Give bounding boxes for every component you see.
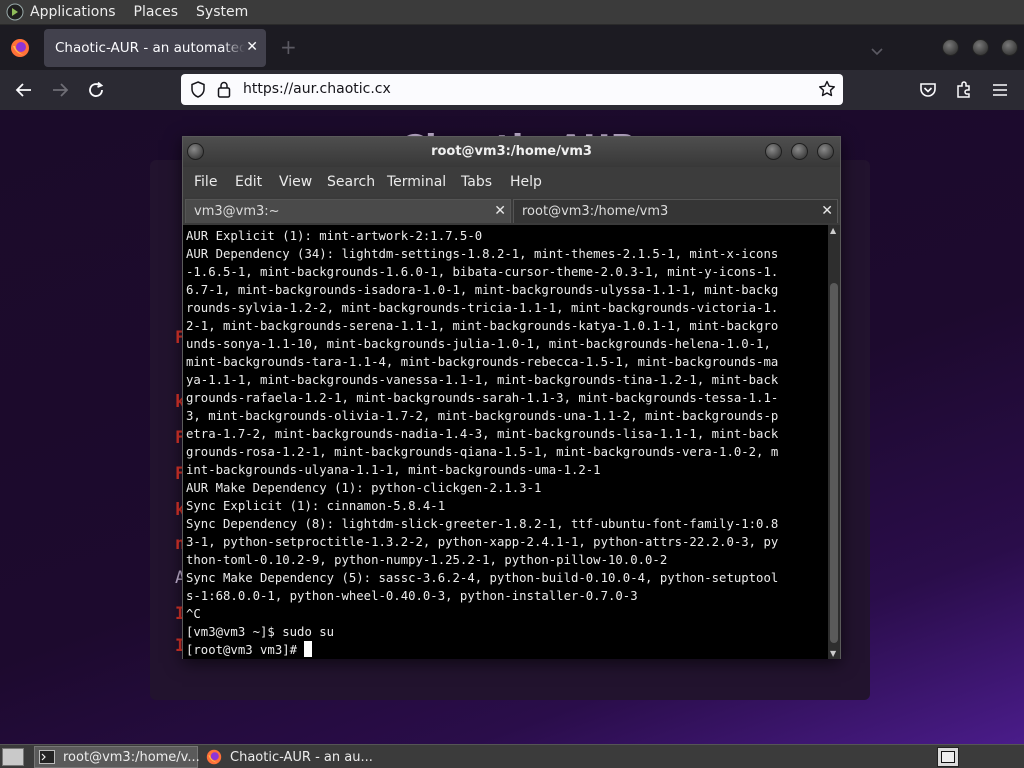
terminal-line: AUR Dependency (34): lightdm-settings-1.… xyxy=(186,247,779,261)
close-tab-icon[interactable]: ✕ xyxy=(494,203,506,219)
terminal-line: Sync Make Dependency (5): sassc-3.6.2-4,… xyxy=(186,571,779,585)
terminal-line: 6.7-1, mint-backgrounds-isadora-1.0-1, m… xyxy=(186,283,779,297)
terminal-line: etra-1.7-2, mint-backgrounds-nadia-1.4-3… xyxy=(186,427,779,441)
firefox-icon xyxy=(10,38,30,58)
terminal-window: root@vm3:/home/vm3 File Edit View Search… xyxy=(182,136,841,659)
terminal-output-area[interactable]: AUR Explicit (1): mint-artwork-2:1.7.5-0… xyxy=(183,225,828,659)
terminal-line: Sync Dependency (8): lightdm-slick-greet… xyxy=(186,517,779,531)
browser-tab[interactable]: Chaotic-AUR - an automated bu ✕ xyxy=(44,29,266,67)
terminal-line: rounds-sylvia-1.2-2, mint-backgrounds-tr… xyxy=(186,301,779,315)
menu-file[interactable]: File xyxy=(194,174,217,190)
terminal-title: root@vm3:/home/vm3 xyxy=(431,144,592,159)
terminal-line: s-1:68.0.0-1, python-wheel-0.40.0-3, pyt… xyxy=(186,589,638,603)
new-tab-icon[interactable]: + xyxy=(280,37,297,57)
extensions-icon[interactable] xyxy=(952,78,976,102)
menu-search[interactable]: Search xyxy=(327,174,375,190)
chevron-down-icon[interactable] xyxy=(870,42,884,61)
top-panel: Applications Places System xyxy=(0,0,1024,25)
terminal-prompt: [root@vm3 vm3]# xyxy=(186,643,305,657)
url-text[interactable]: https://aur.chaotic.cx xyxy=(243,81,391,97)
menu-help[interactable]: Help xyxy=(510,174,542,190)
taskbar-item-terminal[interactable]: root@vm3:/home/v... xyxy=(34,746,200,768)
taskbar-item-label: Chaotic-AUR - an au... xyxy=(230,749,373,765)
workspace-switcher[interactable] xyxy=(937,747,959,767)
show-desktop-icon[interactable] xyxy=(2,748,24,766)
terminal-line: ^C xyxy=(186,607,201,621)
back-arrow-icon[interactable] xyxy=(12,78,36,102)
close-tab-icon[interactable]: ✕ xyxy=(821,203,833,219)
terminal-line: mint-backgrounds-tara-1.1-4, mint-backgr… xyxy=(186,355,779,369)
terminal-line: grounds-rosa-1.2-1, mint-backgrounds-qia… xyxy=(186,445,779,459)
taskbar-item-label: root@vm3:/home/v... xyxy=(63,749,200,765)
terminal-line: Sync Explicit (1): cinnamon-5.8.4-1 xyxy=(186,499,446,513)
terminal-tab-bar: vm3@vm3:~ ✕ root@vm3:/home/vm3 ✕ xyxy=(183,197,840,225)
menu-terminal[interactable]: Terminal xyxy=(387,174,446,190)
terminal-line: AUR Make Dependency (1): python-clickgen… xyxy=(186,481,542,495)
scroll-up-icon[interactable]: ▲ xyxy=(830,226,836,235)
terminal-line: 2-1, mint-backgrounds-serena-1.1-1, mint… xyxy=(186,319,779,333)
tracking-shield-icon[interactable] xyxy=(190,81,206,102)
firefox-icon xyxy=(206,749,222,765)
forward-arrow-icon[interactable] xyxy=(48,78,72,102)
terminal-tab-label: vm3@vm3:~ xyxy=(194,204,280,219)
close-window-icon[interactable] xyxy=(817,143,834,160)
scroll-down-icon[interactable]: ▼ xyxy=(830,649,836,658)
browser-nav-bar: https://aur.chaotic.cx xyxy=(0,70,1024,110)
hamburger-menu-icon[interactable] xyxy=(988,78,1012,102)
menu-tabs[interactable]: Tabs xyxy=(461,174,492,190)
bottom-panel: root@vm3:/home/v... Chaotic-AUR - an au.… xyxy=(0,744,1024,768)
terminal-line: grounds-rafaela-1.2-1, mint-backgrounds-… xyxy=(186,391,779,405)
close-window-icon[interactable] xyxy=(1001,39,1018,56)
places-menu[interactable]: Places xyxy=(134,4,179,20)
scrollbar-thumb[interactable] xyxy=(830,283,838,643)
pocket-icon[interactable] xyxy=(916,78,940,102)
terminal-line: int-backgrounds-ulyana-1.1-1, mint-backg… xyxy=(186,463,601,477)
terminal-line: AUR Explicit (1): mint-artwork-2:1.7.5-0 xyxy=(186,229,483,243)
lock-icon[interactable] xyxy=(217,81,231,102)
terminal-line: [vm3@vm3 ~]$ sudo su xyxy=(186,625,335,639)
reload-icon[interactable] xyxy=(84,78,108,102)
menu-edit[interactable]: Edit xyxy=(235,174,262,190)
maximize-window-icon[interactable] xyxy=(791,143,808,160)
maximize-window-icon[interactable] xyxy=(972,39,989,56)
terminal-titlebar[interactable]: root@vm3:/home/vm3 xyxy=(183,137,840,167)
terminal-line: ya-1.1-1, mint-backgrounds-vanessa-1.1-1… xyxy=(186,373,779,387)
terminal-icon xyxy=(39,749,55,765)
terminal-line: 3-1, python-setproctitle-1.3.2-2, python… xyxy=(186,535,779,549)
terminal-tab-vm3[interactable]: vm3@vm3:~ ✕ xyxy=(185,199,511,223)
workspace-1[interactable] xyxy=(941,751,955,763)
system-menu[interactable]: System xyxy=(196,4,248,20)
applications-menu[interactable]: Applications xyxy=(30,4,116,20)
terminal-menubar: File Edit View Search Terminal Tabs Help xyxy=(183,167,840,197)
taskbar-item-firefox[interactable]: Chaotic-AUR - an au... xyxy=(202,746,382,768)
terminal-tab-label: root@vm3:/home/vm3 xyxy=(522,204,669,219)
terminal-cursor xyxy=(304,641,313,657)
terminal-output: AUR Explicit (1): mint-artwork-2:1.7.5-0… xyxy=(186,227,826,659)
minimize-window-icon[interactable] xyxy=(942,39,959,56)
terminal-scrollbar[interactable]: ▲ ▼ xyxy=(828,225,840,659)
browser-tab-title: Chaotic-AUR - an automated bu xyxy=(55,40,245,56)
browser-tab-bar: Chaotic-AUR - an automated bu ✕ + xyxy=(0,25,1024,70)
close-tab-icon[interactable]: ✕ xyxy=(246,39,258,55)
terminal-line: unds-sonya-1.1-10, mint-backgrounds-juli… xyxy=(186,337,771,351)
terminal-line: thon-toml-0.10.2-9, python-numpy-1.25.2-… xyxy=(186,553,668,567)
url-bar[interactable]: https://aur.chaotic.cx xyxy=(181,74,843,105)
terminal-prompt-line[interactable]: [root@vm3 vm3]# xyxy=(186,641,826,659)
bookmark-star-icon[interactable] xyxy=(818,80,836,102)
terminal-line: -1.6.5-1, mint-backgrounds-1.6.0-1, biba… xyxy=(186,265,779,279)
minimize-window-icon[interactable] xyxy=(765,143,782,160)
menu-view[interactable]: View xyxy=(279,174,312,190)
distro-logo-icon[interactable] xyxy=(6,3,24,21)
terminal-tab-root[interactable]: root@vm3:/home/vm3 ✕ xyxy=(513,199,838,223)
terminal-line: 3, mint-backgrounds-olivia-1.7-2, mint-b… xyxy=(186,409,779,423)
